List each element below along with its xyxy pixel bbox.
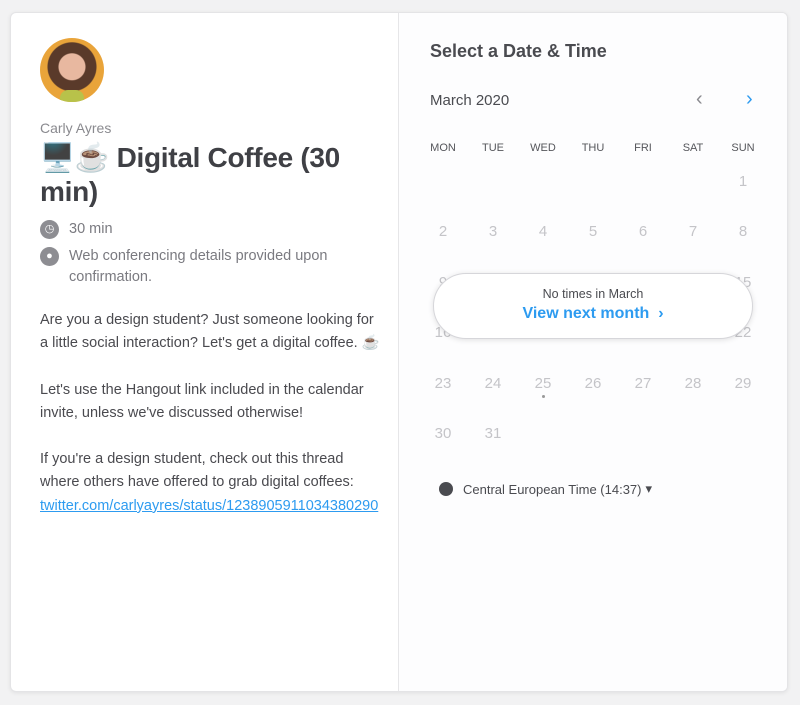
- today-indicator: [542, 394, 545, 398]
- weekday-label: TUE: [482, 142, 504, 154]
- chevron-right-icon: ›: [658, 305, 664, 322]
- day-number: 27: [634, 374, 652, 392]
- weekday-label: SAT: [682, 142, 704, 154]
- no-times-text: No times in March: [542, 287, 644, 301]
- calendar-day: 23: [418, 375, 468, 392]
- event-details-panel: Carly Ayres 🖥️☕ Digital Coffee (30 min) …: [11, 13, 399, 691]
- event-title: 🖥️☕ Digital Coffee (30 min): [40, 142, 340, 207]
- globe-icon: [439, 482, 453, 496]
- day-number: 1: [738, 172, 748, 190]
- calendar-day: 25: [518, 374, 568, 398]
- calendar-day: 8: [718, 223, 768, 240]
- calendar-day: 29: [718, 375, 768, 392]
- no-times-popup: No times in March View next month ›: [433, 273, 753, 339]
- calendar-day: 31: [468, 425, 518, 442]
- chat-bubble-icon: ●: [40, 247, 59, 266]
- calendar-week-row: 23 24 25 26 27 28 29: [418, 358, 768, 409]
- view-next-month-button[interactable]: View next month ›: [434, 305, 752, 323]
- calendar-day: 27: [618, 375, 668, 392]
- duration-row: ◷ 30 min: [40, 219, 113, 240]
- prev-month-button[interactable]: ‹: [696, 89, 703, 109]
- description-paragraph: Are you a design student? Just someone l…: [40, 312, 380, 352]
- day-number: 8: [738, 223, 748, 241]
- calendar-day: 2: [418, 223, 468, 240]
- day-number: 2: [438, 223, 448, 241]
- month-label: March 2020: [430, 92, 510, 109]
- day-number: 28: [684, 374, 702, 392]
- conferencing-row: ● Web conferencing details provided upon…: [40, 246, 360, 288]
- day-number: 31: [484, 425, 502, 443]
- booking-card: Carly Ayres 🖥️☕ Digital Coffee (30 min) …: [10, 12, 788, 692]
- day-number: 3: [488, 223, 498, 241]
- panel-title: Select a Date & Time: [430, 41, 607, 61]
- calendar-day: 30: [418, 425, 468, 442]
- calendar-week-row: 30 31: [418, 409, 768, 460]
- weekday-label: SUN: [731, 142, 755, 154]
- timezone-label: Central European Time (14:37): [463, 481, 642, 497]
- calendar-day: 28: [668, 375, 718, 392]
- day-number: 6: [638, 223, 648, 241]
- day-number: 26: [584, 374, 602, 392]
- weekday-label: WED: [530, 142, 556, 154]
- view-next-month-label: View next month: [522, 305, 650, 322]
- calendar-week-row: 2 3 4 5 6 7 8: [418, 207, 768, 258]
- timezone-selector[interactable]: Central European Time (14:37) ▾: [439, 481, 652, 497]
- day-number: 25: [534, 374, 552, 392]
- calendar-day: 1: [718, 173, 768, 190]
- weekday-label: FRI: [634, 142, 652, 154]
- day-number: 24: [484, 374, 502, 392]
- weekday-label: THU: [581, 142, 605, 154]
- caret-down-icon: ▾: [645, 481, 653, 496]
- weekday-label: MON: [430, 142, 456, 154]
- duration-text: 30 min: [69, 221, 113, 237]
- calendar-day: 5: [568, 223, 618, 240]
- calendar-day: 24: [468, 375, 518, 392]
- day-number: 30: [434, 425, 452, 443]
- event-description: Are you a design student? Just someone l…: [40, 309, 380, 518]
- twitter-thread-link[interactable]: twitter.com/carlyayres/status/1238905911…: [40, 498, 378, 514]
- weekday-header: MON TUE WED THU FRI SAT SUN: [418, 140, 768, 156]
- calendar-day: 6: [618, 223, 668, 240]
- description-paragraph: If you're a design student, check out th…: [40, 451, 354, 491]
- calendar-week-row: 1: [418, 156, 768, 207]
- clock-icon: ◷: [40, 220, 59, 239]
- day-number: 29: [734, 374, 752, 392]
- day-number: 4: [538, 223, 548, 241]
- day-number: 7: [688, 223, 698, 241]
- calendar-day: 7: [668, 223, 718, 240]
- day-number: 23: [434, 374, 452, 392]
- calendar-day: 3: [468, 223, 518, 240]
- calendar-day: 26: [568, 375, 618, 392]
- host-avatar: [40, 38, 104, 102]
- conferencing-text: Web conferencing details provided upon c…: [69, 248, 328, 285]
- host-name: Carly Ayres: [40, 120, 112, 136]
- day-number: 5: [588, 223, 598, 241]
- calendar-day: 4: [518, 223, 568, 240]
- description-paragraph: Let's use the Hangout link included in t…: [40, 381, 364, 421]
- calendar-panel: Select a Date & Time March 2020 ‹ › MON T…: [399, 13, 787, 691]
- next-month-button[interactable]: ›: [746, 89, 753, 109]
